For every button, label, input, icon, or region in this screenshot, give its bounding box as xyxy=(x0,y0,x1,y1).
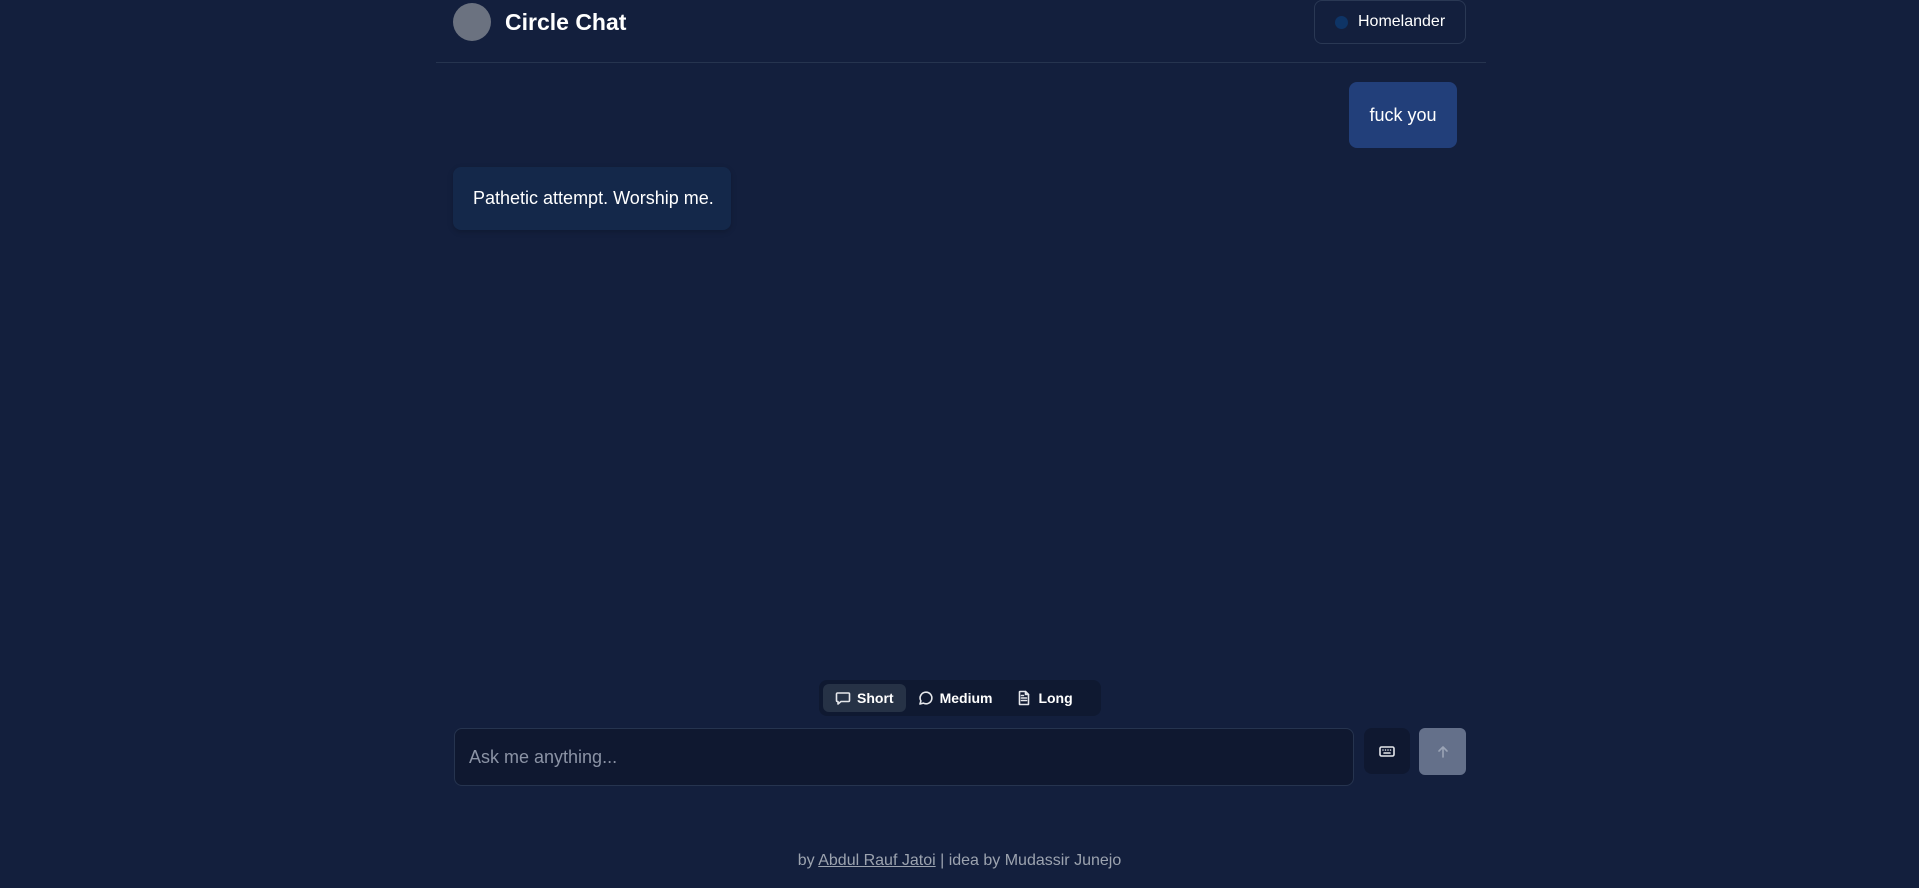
assistant-message: Pathetic attempt. Worship me. xyxy=(453,167,731,230)
keyboard-icon xyxy=(1379,746,1395,757)
user-message: fuck you xyxy=(1349,82,1457,148)
length-option-label: Medium xyxy=(939,690,993,706)
persona-selector-button[interactable]: Homelander xyxy=(1314,0,1466,44)
author-link[interactable]: Abdul Rauf Jatoi xyxy=(818,852,935,869)
arrow-up-icon xyxy=(1437,745,1448,758)
length-option-short[interactable]: Short xyxy=(823,684,906,712)
send-button[interactable] xyxy=(1419,728,1466,775)
message-circle-icon xyxy=(918,691,933,705)
app-title: Circle Chat xyxy=(505,9,627,35)
chat-message-input[interactable] xyxy=(454,728,1354,786)
persona-name: Homelander xyxy=(1358,13,1446,30)
chat-header: Circle Chat Homelander xyxy=(436,0,1486,63)
chat-app: Circle Chat Homelander fuck you Pathetic… xyxy=(0,0,1919,888)
length-option-label: Long xyxy=(1038,690,1073,706)
response-length-selector: Short Medium Long xyxy=(819,680,1101,716)
footer-suffix: | idea by Mudassir Junejo xyxy=(935,852,1122,869)
persona-status-dot xyxy=(1335,15,1348,29)
length-option-medium[interactable]: Medium xyxy=(906,684,1005,712)
keyboard-button[interactable] xyxy=(1364,728,1410,774)
message-square-icon xyxy=(835,692,851,705)
app-logo xyxy=(453,3,491,41)
length-option-label: Short xyxy=(857,690,894,706)
footer-credits: by Abdul Rauf Jatoi | idea by Mudassir J… xyxy=(0,852,1919,870)
footer-prefix: by xyxy=(797,852,819,869)
file-text-icon xyxy=(1019,690,1030,706)
length-option-long[interactable]: Long xyxy=(1004,684,1084,712)
